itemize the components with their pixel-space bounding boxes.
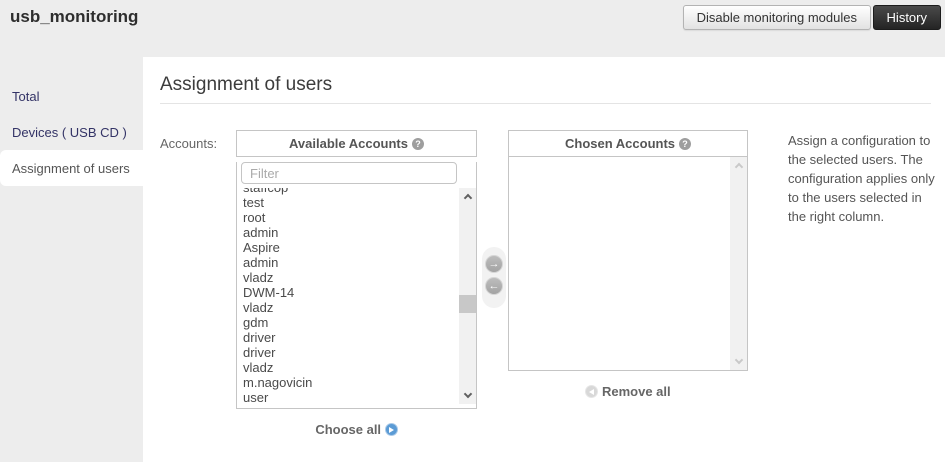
list-item[interactable]: driver (243, 345, 476, 360)
available-accounts-list: staffcop test root admin Aspire admin vl… (237, 188, 476, 404)
heading-divider (160, 103, 931, 104)
section-heading: Assignment of users (160, 74, 333, 95)
chosen-accounts-panel: Chosen Accounts? Remove all (508, 130, 748, 399)
choose-all-link[interactable]: Choose all (236, 422, 477, 437)
list-item[interactable]: gdm (243, 315, 476, 330)
usb-monitoring-page: usb_monitoring Disable monitoring module… (0, 0, 945, 462)
list-item[interactable]: vladz (243, 270, 476, 285)
list-item[interactable]: vladz (243, 300, 476, 315)
move-to-available-button[interactable]: ← (485, 277, 503, 295)
scroll-up-icon[interactable] (459, 188, 476, 205)
header-bar: usb_monitoring Disable monitoring module… (0, 0, 945, 57)
remove-all-link[interactable]: Remove all (508, 384, 748, 399)
remove-all-label: Remove all (601, 384, 671, 399)
available-accounts-list-items: staffcop test root admin Aspire admin vl… (237, 188, 476, 404)
chosen-accounts-body (508, 157, 748, 371)
scrollbar-thumb[interactable] (459, 295, 476, 313)
available-accounts-header: Available Accounts? (236, 130, 477, 157)
transfer-controls: → ← (482, 247, 506, 308)
remove-all-arrow-left-icon (585, 385, 599, 398)
list-item[interactable]: user (243, 390, 476, 404)
list-item[interactable]: m.nagovicin (243, 375, 476, 390)
chosen-list-scrollbar (730, 157, 747, 370)
available-accounts-body: staffcop test root admin Aspire admin vl… (236, 162, 477, 409)
help-icon[interactable]: ? (679, 138, 692, 150)
main-content: Assignment of users Accounts: Available … (143, 57, 945, 462)
list-item[interactable]: admin (243, 225, 476, 240)
chosen-accounts-header: Chosen Accounts? (508, 130, 748, 157)
scroll-up-icon (730, 157, 747, 174)
move-to-chosen-button[interactable]: → (485, 255, 503, 273)
sidebar-item-assignment-of-users[interactable]: Assignment of users (0, 150, 143, 186)
list-item[interactable]: staffcop (243, 188, 476, 195)
list-item[interactable]: root (243, 210, 476, 225)
sidebar-item-total[interactable]: Total (0, 78, 143, 114)
list-item[interactable]: driver (243, 330, 476, 345)
assignment-help-text: Assign a configuration to the selected u… (788, 133, 935, 224)
disable-monitoring-modules-button[interactable]: Disable monitoring modules (682, 5, 871, 30)
choose-all-arrow-right-icon (384, 423, 398, 436)
available-list-scrollbar[interactable] (459, 188, 476, 404)
list-item[interactable]: admin (243, 255, 476, 270)
accounts-label: Accounts: (160, 136, 218, 151)
filter-input[interactable] (241, 162, 457, 184)
list-item[interactable]: DWM-14 (243, 285, 476, 300)
chosen-accounts-title: Chosen Accounts (564, 136, 676, 151)
list-item[interactable]: vladz (243, 360, 476, 375)
list-item[interactable]: test (243, 195, 476, 210)
history-button[interactable]: History (872, 5, 941, 30)
available-accounts-title: Available Accounts (289, 136, 408, 151)
scroll-down-icon (730, 353, 747, 370)
scroll-down-icon[interactable] (459, 387, 476, 404)
sidebar-item-devices-usb-cd[interactable]: Devices ( USB CD ) (0, 114, 143, 150)
help-icon[interactable]: ? (411, 138, 424, 150)
available-accounts-panel: Available Accounts? staffcop test root a… (236, 130, 477, 437)
page-title: usb_monitoring (10, 7, 139, 26)
sidebar: Total Devices ( USB CD ) Assignment of u… (0, 57, 143, 462)
choose-all-label: Choose all (315, 422, 382, 437)
list-item[interactable]: Aspire (243, 240, 476, 255)
